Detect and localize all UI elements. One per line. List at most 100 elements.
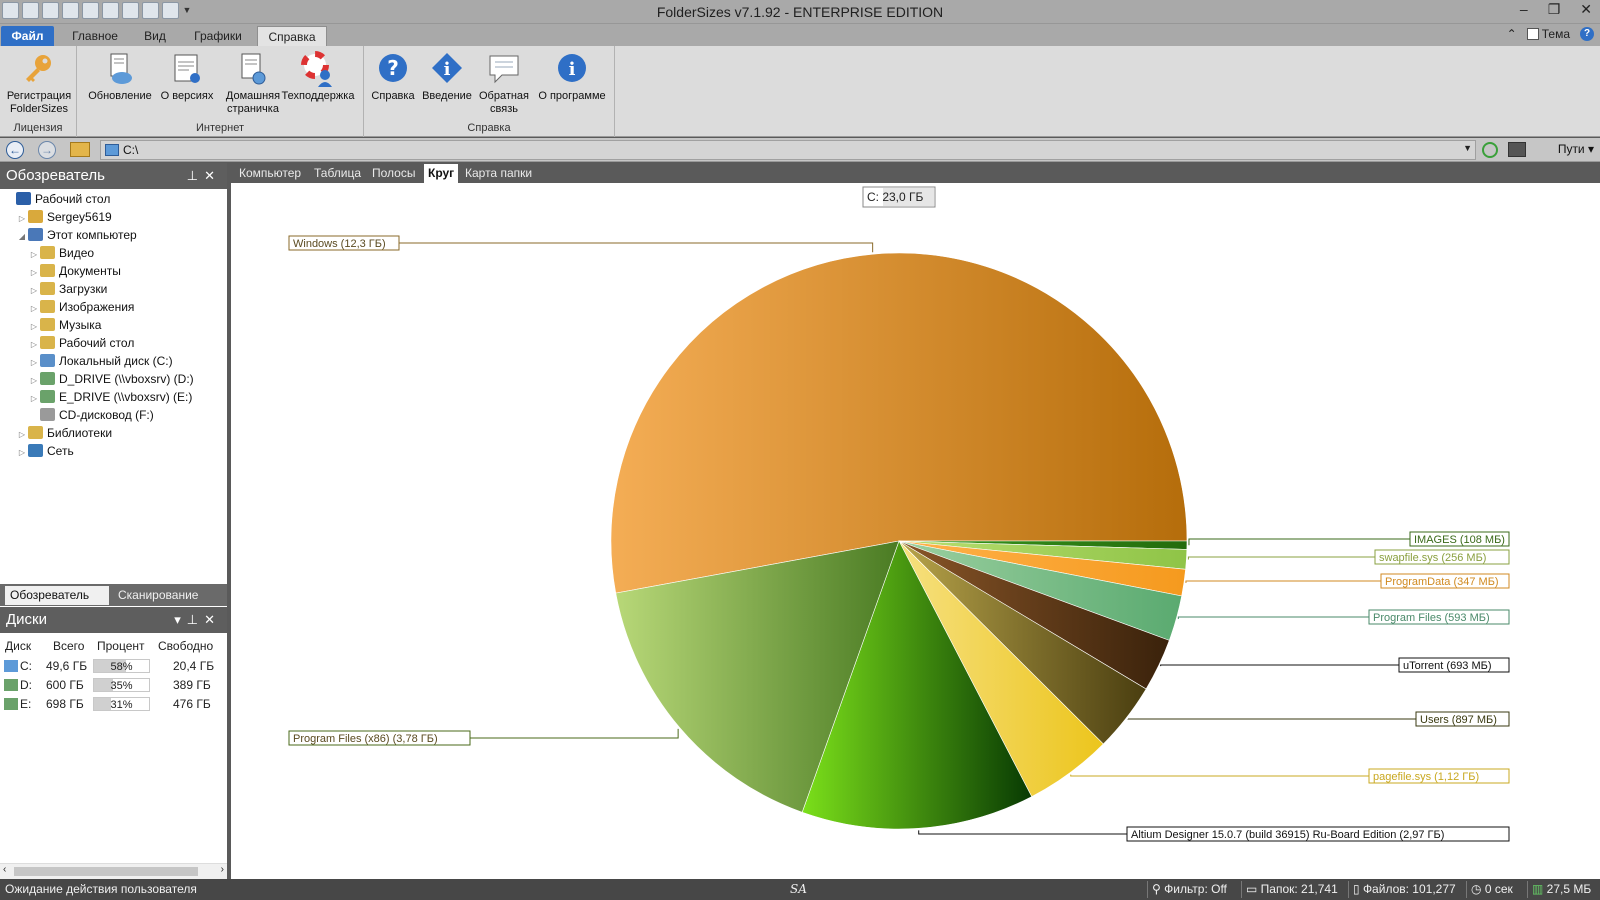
disk-row[interactable]: E: 698 ГБ 476 ГБ 31% [0,695,227,713]
ribbon-panel: Регистрация FolderSizes Лицензия Обновле… [0,46,1600,137]
paths-button[interactable]: Пути ▾ [1558,142,1594,156]
update-icon [110,53,132,84]
slice-label: uTorrent (693 МБ) [1398,657,1510,673]
slice-label: Windows (12,3 ГБ) [288,235,400,251]
explorer-title: Обозреватель [6,167,105,184]
tree-node[interactable]: ▷ Библиотеки [16,424,112,442]
slice-label: Program Files (x86) (3,78 ГБ) [288,730,471,746]
address-field[interactable]: C:\ ▼ [100,140,1476,160]
update-button[interactable]: Обновление [85,51,155,103]
tree-node[interactable]: ▷ Загрузки [28,280,107,298]
tree-node-label: Sergey5619 [47,210,112,224]
tree-node[interactable]: ▷ Sergey5619 [16,208,112,226]
view-tab[interactable]: Круг [424,164,459,183]
slice-label-text: uTorrent (693 МБ) [1403,660,1492,672]
tree-node-label: Видео [59,246,95,260]
scroll-thumb[interactable] [14,867,198,876]
disks-pin-close[interactable]: ▾⊥✕ [174,607,221,633]
video-folder-icon [40,246,55,259]
question-icon: ? [379,54,407,82]
expand-arrow-icon[interactable]: ◢ [16,228,28,246]
tab-view[interactable]: Вид [140,26,170,46]
tree-node[interactable]: ▷ Сеть [16,442,74,460]
scan-icon[interactable] [1508,142,1526,157]
up-folder-icon[interactable] [70,142,90,157]
filter-icon: ⚲ [1152,882,1165,896]
theme-icon [1526,28,1539,40]
tab-main[interactable]: Главное [66,26,124,46]
tree-node[interactable]: ▷ Изображения [28,298,134,316]
chart-title: C: 23,0 ГБ [862,186,936,208]
column-header[interactable]: Всего [53,637,84,655]
tree-node[interactable]: ▷ Видео [28,244,94,262]
file-count-icon: ▯ [1353,882,1363,896]
close-button[interactable]: ✕ [1580,1,1592,18]
tab-explorer[interactable]: Обозреватель [5,586,109,605]
column-header[interactable]: Свободно [158,637,213,655]
tab-graphs[interactable]: Графики [190,26,246,46]
tree-node[interactable]: ▷ Документы [28,262,121,280]
local-disk-icon [4,660,18,672]
disk-row[interactable]: D: 600 ГБ 389 ГБ 35% [0,676,227,694]
tree-node[interactable]: Рабочий стол [4,190,110,208]
filter-status[interactable]: ⚲ Фильтр: Off [1152,879,1227,900]
disks-title: Диски [6,611,47,628]
slice-label-text: Program Files (593 МБ) [1373,612,1490,624]
column-header[interactable]: Диск [5,637,31,655]
theme-button[interactable]: Тема [1526,27,1570,41]
register-button[interactable]: Регистрация FolderSizes [4,51,74,116]
column-header[interactable]: Процент [97,637,145,655]
group-label-internet: Интернет [196,122,244,134]
help-icon[interactable]: ? [1580,27,1594,41]
tree-node[interactable]: ◢ Этот компьютер [16,226,137,244]
disk-row[interactable]: C: 49,6 ГБ 20,4 ГБ 58% [0,657,227,675]
back-arrow-icon[interactable]: ← [6,141,24,159]
computer-icon [28,228,43,241]
view-tab[interactable]: Полосы [368,164,419,183]
feedback-button[interactable]: Обратная связь [474,51,534,116]
restore-button[interactable]: ❐ [1548,1,1561,18]
tree-node[interactable]: ▷ Рабочий стол [28,334,134,352]
collapse-ribbon-icon[interactable]: ⌃ [1507,27,1517,41]
tab-file[interactable]: Файл [1,26,54,46]
ribbon-tabs: Файл Главное Вид Графики Справка ⌃ Тема … [0,24,1600,46]
disk-total: 600 ГБ [46,678,84,692]
support-button[interactable]: Техподдержка [278,51,358,103]
minimize-button[interactable]: – [1520,1,1528,18]
files-label: Файлов: 101,277 [1362,882,1456,896]
tree-node[interactable]: ▷ Музыка [28,316,101,334]
scroll-right-icon[interactable]: › [221,864,224,875]
refresh-icon[interactable] [1482,142,1498,158]
scroll-left-icon[interactable]: ‹ [3,864,6,875]
versions-button[interactable]: О версиях [159,51,215,103]
view-tab[interactable]: Карта папки [461,164,536,183]
explorer-pin-close[interactable]: ⊥✕ [187,163,221,189]
horizontal-scrollbar[interactable]: ‹ › [0,863,227,879]
expand-arrow-icon[interactable]: ▷ [16,444,28,462]
pictures-folder-icon [40,300,55,313]
view-tab[interactable]: Компьютер [235,164,305,183]
disk-free: 20,4 ГБ [173,659,215,673]
tree-node[interactable]: CD-дисковод (F:) [28,406,154,424]
tab-scan[interactable]: Сканирование [113,586,225,605]
help-button[interactable]: ? Справка [370,51,416,103]
disk-disk: D: [20,678,32,692]
memory-label: 27,5 МБ [1546,882,1592,896]
tree-node-label: Сеть [47,444,74,458]
forward-arrow-icon[interactable]: → [38,141,56,159]
tree-node[interactable]: ▷ D_DRIVE (\\vboxsrv) (D:) [28,370,194,388]
slice-label: swapfile.sys (256 МБ) [1374,549,1510,565]
address-dropdown-icon[interactable]: ▼ [1463,143,1472,153]
tree-node[interactable]: ▷ Локальный диск (C:) [28,352,173,370]
view-tabs: Компьютер Таблица Полосы Круг Карта папки [231,163,1600,183]
about-button[interactable]: i О программе [536,51,608,103]
tab-help[interactable]: Справка [257,26,327,46]
key-icon [26,55,51,82]
tree-node-label: Изображения [59,300,135,314]
view-tab[interactable]: Таблица [310,164,365,183]
leader-line [389,242,874,253]
disk-total: 49,6 ГБ [46,659,88,673]
window-title: FolderSizes v7.1.92 - ENTERPRISE EDITION [656,4,944,20]
intro-button[interactable]: i Введение [419,51,475,103]
tree-node[interactable]: ▷ E_DRIVE (\\vboxsrv) (E:) [28,388,192,406]
